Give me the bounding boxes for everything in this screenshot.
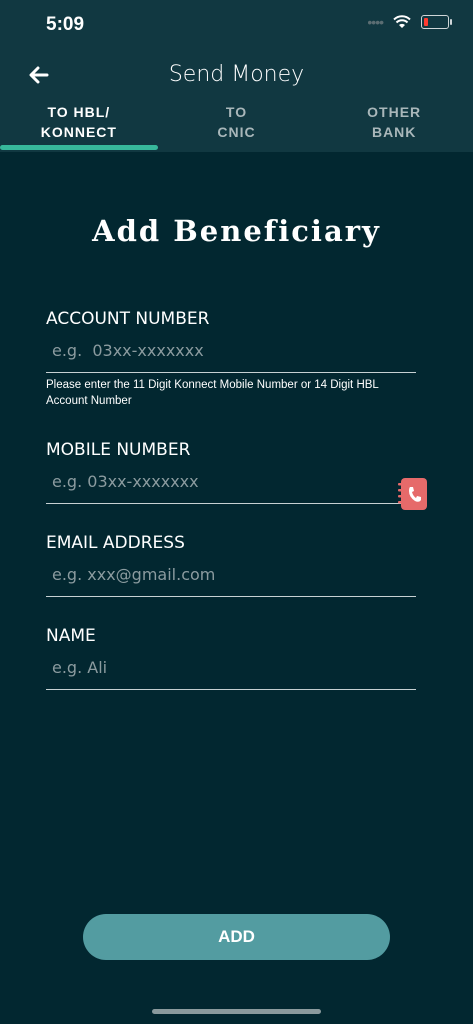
status-time: 5:09 [46, 14, 85, 35]
email-address-field: EMAIL ADDRESS [46, 533, 416, 597]
account-number-hint: Please enter the 11 Digit Konnect Mobile… [46, 379, 379, 407]
account-number-field: ACCOUNT NUMBER Please enter the 11 Digit… [46, 309, 416, 409]
mobile-number-input[interactable] [46, 460, 416, 504]
tab-to-cnic[interactable]: TO CNIC [158, 100, 316, 148]
tab-label-line2: KONNECT [40, 124, 117, 140]
form-heading: Add Beneficiary [92, 214, 381, 248]
signal-icon: •••• [367, 14, 384, 30]
app-header: Send Money TO HBL/ KONNECT TO CNIC OTHER… [0, 52, 473, 152]
email-address-input[interactable] [46, 553, 416, 597]
tab-label-line2: BANK [371, 124, 417, 140]
add-button[interactable]: ADD [83, 914, 390, 960]
name-field: NAME [46, 626, 416, 690]
tab-label-line1: TO [225, 104, 248, 120]
name-label: NAME [46, 626, 96, 646]
page-title: Send Money [168, 62, 305, 87]
tab-other-bank[interactable]: OTHER BANK [315, 100, 473, 148]
tab-to-hbl-konnect[interactable]: TO HBL/ KONNECT [0, 100, 158, 148]
wifi-icon [393, 15, 411, 28]
mobile-number-field: MOBILE NUMBER [46, 440, 427, 510]
tab-label-line2: CNIC [217, 124, 256, 140]
status-icons: •••• [367, 14, 452, 30]
tab-bar: TO HBL/ KONNECT TO CNIC OTHER BANK [0, 100, 473, 148]
home-indicator[interactable] [152, 1009, 321, 1014]
account-number-input[interactable] [46, 329, 416, 373]
tab-label-line1: TO HBL/ [47, 104, 111, 120]
account-number-label: ACCOUNT NUMBER [46, 309, 210, 329]
status-bar: 5:09 •••• [0, 0, 473, 52]
active-tab-indicator [0, 145, 158, 150]
contacts-book-icon[interactable] [398, 477, 428, 511]
name-input[interactable] [46, 646, 416, 690]
mobile-number-label: MOBILE NUMBER [46, 440, 191, 460]
tab-label-line1: OTHER [367, 104, 422, 120]
battery-icon [421, 15, 452, 29]
email-address-label: EMAIL ADDRESS [46, 533, 185, 553]
